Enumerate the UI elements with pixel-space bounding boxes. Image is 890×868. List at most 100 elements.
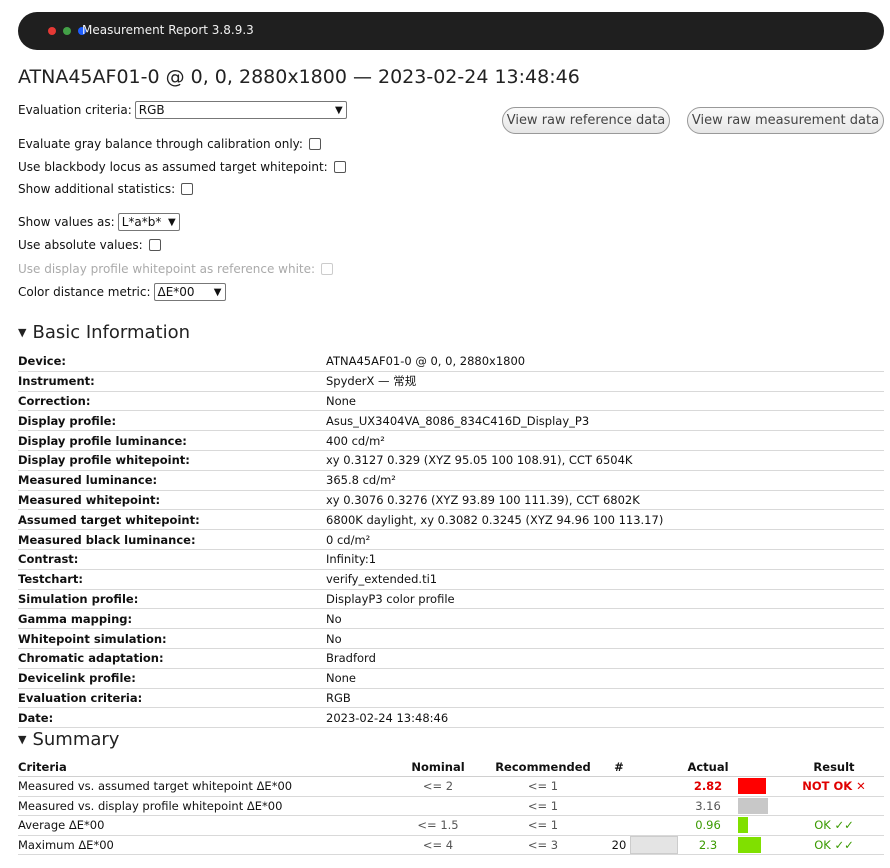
info-key: Display profile luminance:: [18, 430, 326, 451]
summary-count-bar: [630, 776, 678, 797]
profile-whitepoint-checkbox: [321, 263, 334, 275]
info-value: None: [326, 391, 884, 412]
gray-balance-label: Evaluate gray balance through calibratio…: [18, 137, 303, 151]
summary-heading[interactable]: ▼ Summary: [18, 729, 119, 750]
gray-balance-checkbox[interactable]: [308, 138, 321, 150]
additional-stats-checkbox[interactable]: [181, 183, 194, 195]
evaluation-criteria-label: Evaluation criteria:: [18, 103, 132, 117]
view-raw-measurement-button[interactable]: View raw measurement data: [687, 107, 884, 134]
info-key: Evaluation criteria:: [18, 688, 326, 709]
evaluation-criteria-select[interactable]: RGB ▼: [134, 101, 347, 119]
info-key: Instrument:: [18, 371, 326, 392]
summary-actual-bar: [738, 776, 784, 797]
info-value: 6800K daylight, xy 0.3082 0.3245 (XYZ 94…: [326, 509, 884, 531]
actual-level-bar: [738, 836, 761, 853]
show-values-value: L*a*b*: [121, 215, 162, 229]
basic-info-heading-label: Basic Information: [32, 322, 191, 343]
view-raw-reference-button[interactable]: View raw reference data: [502, 107, 670, 134]
summary-actual: 2.3: [678, 835, 738, 855]
info-row: Measured luminance: 365.8 cd/m²: [18, 470, 884, 491]
info-row: Gamma mapping: No: [18, 608, 884, 630]
distance-metric-select[interactable]: ΔE*00 ▼: [153, 283, 226, 301]
profile-whitepoint-row: Use display profile whitepoint as refere…: [18, 262, 334, 276]
info-value: RGB: [326, 688, 884, 709]
result-header: Result: [784, 758, 884, 777]
info-key: Chromatic adaptation:: [18, 648, 326, 669]
info-value: 365.8 cd/m²: [326, 470, 884, 491]
criteria-header: Criteria: [18, 758, 398, 777]
info-value: xy 0.3076 0.3276 (XYZ 93.89 100 111.39),…: [326, 490, 884, 511]
recommended-header: Recommended: [478, 758, 608, 777]
summary-nominal: [398, 796, 478, 816]
minimize-dot-icon[interactable]: [63, 27, 71, 35]
info-key: Devicelink profile:: [18, 668, 326, 689]
summary-header-row: Criteria Nominal Recommended # Actual Re…: [18, 758, 884, 777]
chevron-down-icon: ▼: [167, 216, 176, 228]
collapse-triangle-icon: ▼: [18, 326, 27, 339]
show-values-select[interactable]: L*a*b* ▼: [117, 213, 180, 231]
info-value: 0 cd/m²: [326, 529, 884, 550]
collapse-triangle-icon: ▼: [18, 733, 27, 746]
gray-balance-row: Evaluate gray balance through calibratio…: [18, 137, 321, 151]
count-bar-header: [630, 758, 678, 777]
summary-result: [784, 796, 884, 816]
info-row: Measured black luminance: 0 cd/m²: [18, 529, 884, 550]
count-bar: [630, 835, 678, 854]
window-titlebar: Measurement Report 3.8.9.3: [18, 12, 884, 50]
summary-count-bar: [630, 835, 678, 855]
summary-count: [608, 815, 630, 836]
info-value: No: [326, 628, 884, 649]
report-title: ATNA45AF01-0 @ 0, 0, 2880x1800 — 2023-02…: [18, 66, 580, 88]
info-value: SpyderX — 常规: [326, 371, 884, 392]
summary-criteria: Maximum ΔE*00: [18, 835, 398, 855]
summary-row: Measured vs. display profile whitepoint …: [18, 796, 884, 816]
summary-recommended: <= 1: [478, 776, 608, 797]
info-key: Measured whitepoint:: [18, 490, 326, 511]
summary-count: 20: [608, 835, 630, 855]
blackbody-label: Use blackbody locus as assumed target wh…: [18, 160, 328, 174]
summary-recommended: <= 1: [478, 796, 608, 816]
info-row: Assumed target whitepoint: 6800K daylight…: [18, 509, 884, 531]
absolute-values-label: Use absolute values:: [18, 238, 143, 252]
info-value: xy 0.3127 0.329 (XYZ 95.05 100 108.91), …: [326, 450, 884, 471]
window-title: Measurement Report 3.8.9.3: [82, 23, 254, 37]
additional-stats-label: Show additional statistics:: [18, 182, 176, 196]
info-value: DisplayP3 color profile: [326, 589, 884, 610]
summary-actual-bar: [738, 796, 784, 816]
nominal-header: Nominal: [398, 758, 478, 777]
actual-level-bar: [738, 797, 768, 814]
summary-row: Measured vs. assumed target whitepoint Δ…: [18, 776, 884, 797]
info-key: Display profile whitepoint:: [18, 450, 326, 471]
info-row: Date: 2023-02-24 13:48:46: [18, 707, 884, 729]
info-row: Contrast: Infinity:1: [18, 549, 884, 570]
summary-nominal: <= 1.5: [398, 815, 478, 836]
summary-recommended: <= 1: [478, 815, 608, 836]
info-key: Whitepoint simulation:: [18, 628, 326, 649]
summary-row: Maximum ΔE*00 <= 4 <= 3 20 2.3 OK ✓✓: [18, 835, 884, 855]
additional-stats-row: Show additional statistics:: [18, 182, 194, 196]
info-row: Devicelink profile: None: [18, 668, 884, 689]
summary-criteria: Measured vs. display profile whitepoint …: [18, 796, 398, 816]
summary-recommended: <= 3: [478, 835, 608, 855]
info-value: Bradford: [326, 648, 884, 669]
info-key: Correction:: [18, 391, 326, 412]
absolute-values-checkbox[interactable]: [148, 239, 161, 251]
info-row: Display profile: Asus_UX3404VA_8086_834C4…: [18, 410, 884, 432]
basic-info-heading[interactable]: ▼ Basic Information: [18, 322, 190, 343]
summary-nominal: <= 2: [398, 776, 478, 797]
info-value: No: [326, 608, 884, 630]
close-dot-icon[interactable]: [48, 27, 56, 35]
info-value: None: [326, 668, 884, 689]
info-key: Date:: [18, 707, 326, 729]
blackbody-checkbox[interactable]: [333, 161, 346, 173]
info-value: Asus_UX3404VA_8086_834C416D_Display_P3: [326, 410, 884, 432]
info-key: Measured black luminance:: [18, 529, 326, 550]
evaluation-criteria-row: Evaluation criteria: RGB ▼: [18, 101, 347, 119]
info-key: Display profile:: [18, 410, 326, 432]
info-row: Measured whitepoint: xy 0.3076 0.3276 (XY…: [18, 490, 884, 511]
info-value: Infinity:1: [326, 549, 884, 570]
info-row: Testchart: verify_extended.ti1: [18, 569, 884, 590]
actual-level-bar: [738, 817, 748, 834]
blackbody-row: Use blackbody locus as assumed target wh…: [18, 160, 346, 174]
info-value: 2023-02-24 13:48:46: [326, 707, 884, 729]
